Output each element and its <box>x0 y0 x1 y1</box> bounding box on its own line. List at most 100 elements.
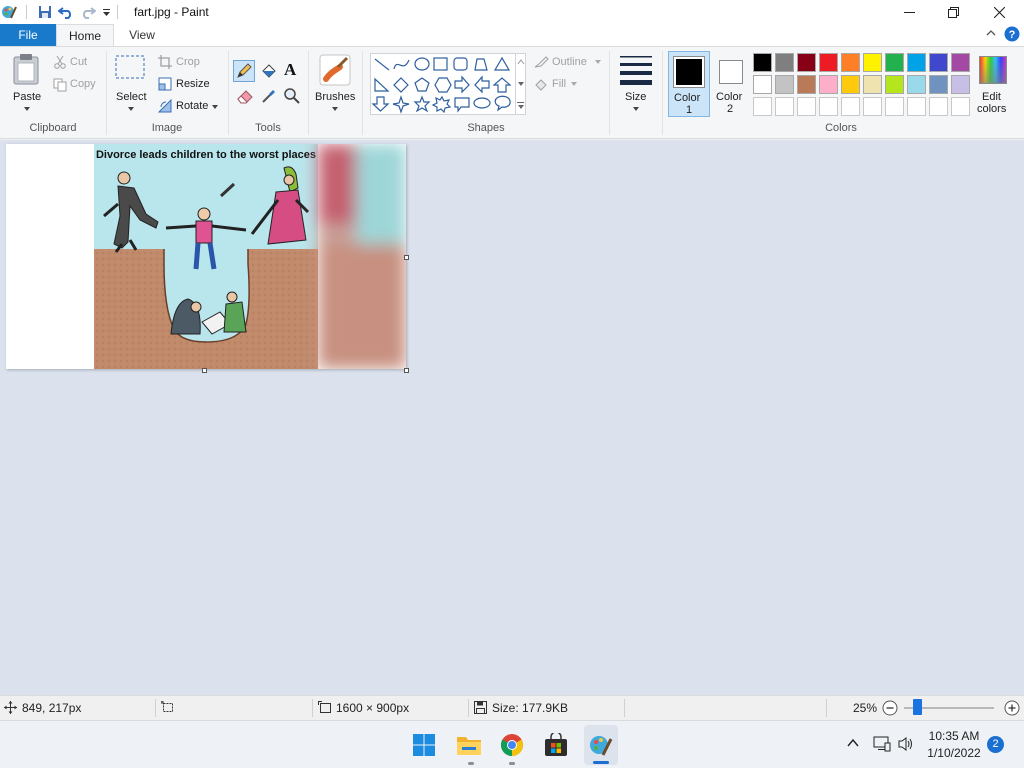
palette-swatch[interactable] <box>819 75 838 94</box>
clock-time[interactable]: 10:35 AM <box>922 729 986 743</box>
palette-swatch[interactable] <box>775 75 794 94</box>
palette-swatch[interactable] <box>753 53 772 72</box>
clock-date[interactable]: 1/10/2022 <box>922 746 986 760</box>
zoom-in-button[interactable] <box>1004 700 1020 716</box>
palette-swatch[interactable] <box>841 53 860 72</box>
palette-swatch[interactable] <box>951 53 970 72</box>
fill-icon <box>533 77 549 93</box>
customize-quick-access-icon[interactable] <box>99 0 113 24</box>
start-icon[interactable] <box>412 733 436 757</box>
network-icon[interactable] <box>873 736 891 752</box>
palette-swatch[interactable] <box>797 75 816 94</box>
paint-taskbar-button[interactable] <box>584 725 618 765</box>
palette-swatch[interactable] <box>907 75 926 94</box>
minimize-button[interactable] <box>886 0 932 24</box>
ribbon: Paste Cut Copy Clipboard Select Crop Res… <box>0 46 1024 139</box>
outline-button[interactable]: Outline <box>552 56 587 68</box>
palette-swatch[interactable] <box>753 75 772 94</box>
palette-swatch[interactable] <box>863 75 882 94</box>
edit-colors-button[interactable]: Edit colors <box>974 51 1016 117</box>
resize-handle-right[interactable] <box>404 255 409 260</box>
palette-swatch[interactable] <box>885 53 904 72</box>
palette-swatch[interactable] <box>929 75 948 94</box>
select-dropdown-icon[interactable] <box>128 107 134 111</box>
color1-selector[interactable]: Color 1 <box>668 51 710 117</box>
select-button[interactable]: Select <box>113 53 151 115</box>
palette-swatch[interactable] <box>951 75 970 94</box>
palette-swatch[interactable] <box>797 53 816 72</box>
resize-button[interactable]: Resize <box>176 78 210 90</box>
palette-swatch[interactable] <box>885 97 904 116</box>
palette-swatch[interactable] <box>929 53 948 72</box>
palette-swatch[interactable] <box>863 53 882 72</box>
cartoon-caption: Divorce leads children to the worst plac… <box>96 149 316 161</box>
zoom-slider-thumb[interactable] <box>913 699 922 715</box>
volume-icon[interactable] <box>897 736 915 752</box>
crop-button[interactable]: Crop <box>176 56 200 68</box>
palette-swatch[interactable] <box>819 97 838 116</box>
tab-file[interactable]: File <box>0 24 56 46</box>
palette-swatch[interactable] <box>907 97 926 116</box>
text-tool-icon[interactable]: A <box>284 60 296 80</box>
eraser-tool-icon[interactable] <box>235 87 255 105</box>
fill-tool-icon[interactable] <box>259 61 279 81</box>
paste-button[interactable]: Paste <box>8 53 46 115</box>
color2-selector[interactable]: Color 2 <box>711 51 751 117</box>
rotate-button[interactable]: Rotate <box>176 100 208 112</box>
window-title: fart.jpg - Paint <box>134 5 209 19</box>
cut-button[interactable]: Cut <box>70 56 87 68</box>
tab-view[interactable]: View <box>114 24 170 46</box>
palette-swatch[interactable] <box>775 53 794 72</box>
outline-dropdown-icon[interactable] <box>595 60 601 64</box>
palette-swatch[interactable] <box>929 97 948 116</box>
brushes-dropdown-icon[interactable] <box>332 107 338 111</box>
image-canvas[interactable]: Divorce leads children to the worst plac… <box>6 144 406 369</box>
paste-dropdown-icon[interactable] <box>24 107 30 111</box>
fill-button[interactable]: Fill <box>552 78 566 90</box>
magnifier-icon[interactable] <box>283 87 301 105</box>
tab-home[interactable]: Home <box>56 24 114 47</box>
fill-dropdown-icon[interactable] <box>571 82 577 86</box>
color2-label: Color <box>716 91 743 103</box>
brushes-button[interactable]: Brushes <box>313 53 357 115</box>
pencil-tool[interactable] <box>233 60 255 82</box>
show-hidden-icons-icon[interactable] <box>846 738 860 748</box>
image-size-icon <box>318 701 332 714</box>
close-button[interactable] <box>976 0 1022 24</box>
palette-swatch[interactable] <box>863 97 882 116</box>
zoom-out-button[interactable] <box>882 700 898 716</box>
copy-button[interactable]: Copy <box>70 78 96 90</box>
paint-app-icon[interactable] <box>0 0 18 24</box>
shapes-gallery[interactable] <box>370 53 516 115</box>
notification-badge[interactable]: 2 <box>987 736 1004 753</box>
palette-swatch[interactable] <box>841 75 860 94</box>
palette-swatch[interactable] <box>753 97 772 116</box>
palette-swatch[interactable] <box>951 97 970 116</box>
palette-swatch[interactable] <box>907 53 926 72</box>
palette-swatch[interactable] <box>775 97 794 116</box>
resize-handle-bottom[interactable] <box>202 368 207 373</box>
shapes-scrollbar[interactable] <box>516 53 526 115</box>
color-palette <box>753 53 973 119</box>
chrome-icon[interactable] <box>500 733 524 757</box>
status-bar: 849, 217px 1600 × 900px Size: 177.9KB 25… <box>0 695 1024 719</box>
save-icon[interactable] <box>35 0 55 24</box>
maximize-button[interactable] <box>930 0 976 24</box>
undo-icon[interactable] <box>55 0 77 24</box>
file-explorer-icon[interactable] <box>456 733 482 757</box>
size-dropdown-icon[interactable] <box>633 107 639 111</box>
rotate-dropdown-icon[interactable] <box>212 105 218 109</box>
palette-swatch[interactable] <box>819 53 838 72</box>
palette-swatch[interactable] <box>885 75 904 94</box>
color1-number: 1 <box>686 104 693 116</box>
resize-handle-corner[interactable] <box>404 368 409 373</box>
canvas-workspace[interactable]: Divorce leads children to the worst plac… <box>0 140 1024 695</box>
palette-swatch[interactable] <box>841 97 860 116</box>
store-icon[interactable] <box>544 733 568 757</box>
palette-swatch[interactable] <box>797 97 816 116</box>
help-icon[interactable]: ? <box>1004 26 1020 42</box>
color-picker-icon[interactable] <box>260 87 278 105</box>
redo-icon[interactable] <box>77 0 99 24</box>
size-button[interactable]: Size <box>615 53 657 119</box>
minimize-ribbon-icon[interactable] <box>985 27 997 39</box>
